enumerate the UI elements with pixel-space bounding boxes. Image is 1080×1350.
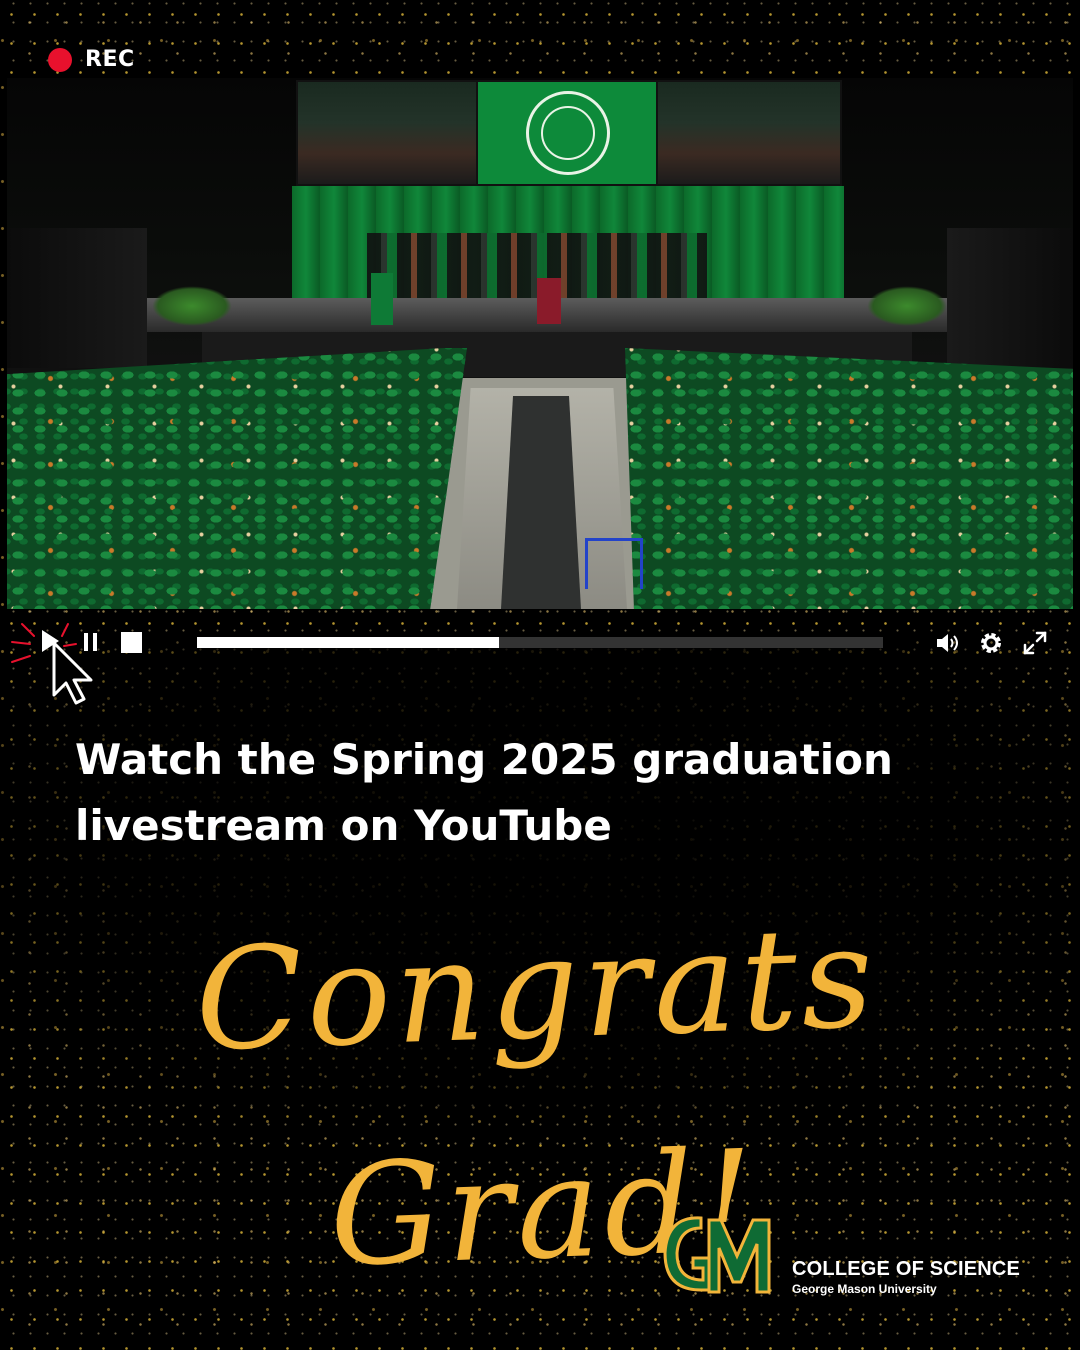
record-dot-icon bbox=[48, 47, 72, 72]
progress-fill bbox=[197, 637, 499, 648]
jumbotron-left bbox=[296, 80, 480, 186]
headline-line-2: livestream on YouTube bbox=[75, 801, 612, 850]
record-label: REC bbox=[85, 47, 135, 72]
jumbotron-right bbox=[656, 80, 842, 186]
volume-icon[interactable] bbox=[934, 630, 960, 656]
walker bbox=[585, 538, 643, 589]
aisle-carpet bbox=[501, 396, 581, 609]
college-name: COLLEGE OF SCIENCE bbox=[792, 1258, 1021, 1280]
university-name: George Mason University bbox=[792, 1282, 937, 1296]
progress-bar[interactable] bbox=[197, 637, 883, 648]
graduates-left-section bbox=[7, 348, 467, 609]
university-seal-icon bbox=[526, 91, 610, 175]
arena-side-left bbox=[7, 228, 147, 368]
graduates-right-section bbox=[625, 348, 1073, 609]
mouse-pointer-icon bbox=[52, 641, 93, 705]
video-frame[interactable] bbox=[7, 78, 1073, 609]
plant-right bbox=[867, 286, 947, 326]
arena-side-right bbox=[947, 228, 1073, 368]
headline: Watch the Spring 2025 graduation livestr… bbox=[75, 727, 975, 859]
fullscreen-icon[interactable] bbox=[1022, 630, 1048, 656]
plant-left bbox=[152, 286, 232, 326]
college-branding: COLLEGE OF SCIENCE George Mason Universi… bbox=[792, 1258, 1020, 1296]
settings-gear-icon[interactable] bbox=[978, 630, 1004, 656]
gm-logo-icon bbox=[663, 1216, 771, 1294]
podium-center bbox=[537, 278, 561, 324]
headline-line-1: Watch the Spring 2025 graduation bbox=[75, 735, 893, 784]
recording-indicator: REC bbox=[48, 47, 135, 72]
podium-left bbox=[371, 273, 393, 325]
stop-button[interactable] bbox=[121, 632, 142, 653]
jumbotron-center bbox=[476, 80, 660, 186]
